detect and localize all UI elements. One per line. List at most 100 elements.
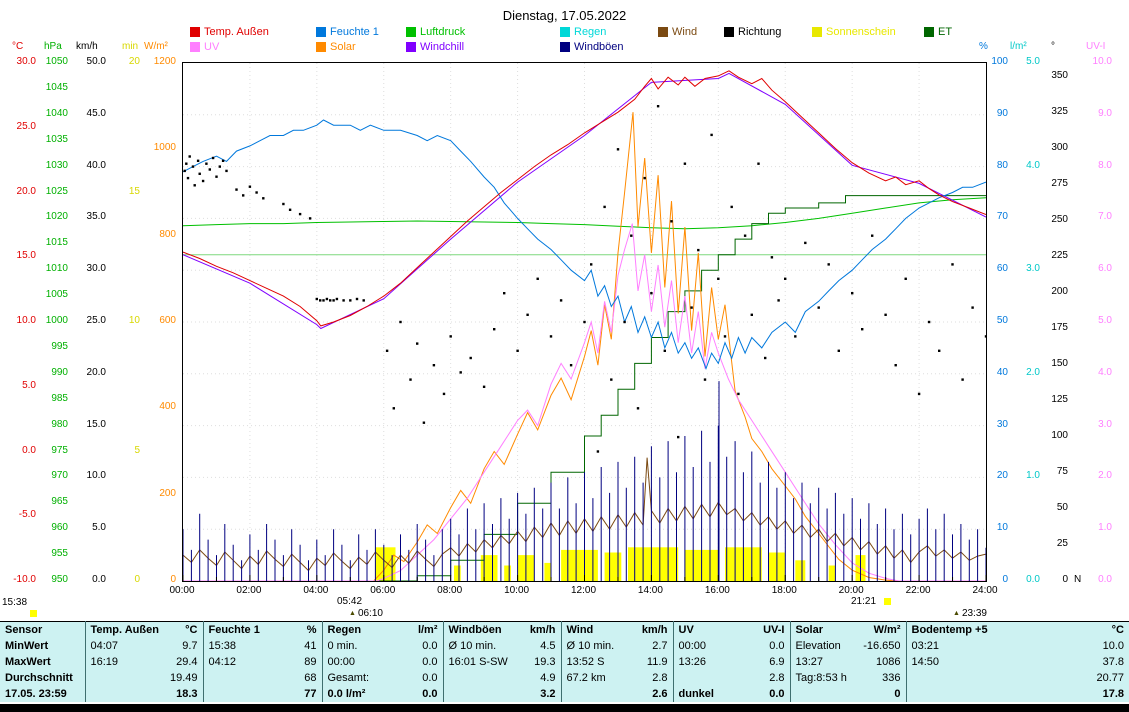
axis-tick-kmh: 35.0	[74, 212, 106, 222]
axis-tick-hpa: 1035	[40, 135, 68, 145]
footer-time-marker: 15:38	[2, 598, 27, 608]
moon-up-icon: ▲	[349, 610, 356, 617]
legend-swatch-icon	[724, 27, 734, 37]
table-cell: 16:1929.4	[85, 654, 203, 670]
axis-tick-deg: 175	[1042, 323, 1068, 333]
axis-tick-deg: 300	[1042, 143, 1068, 153]
legend-label: Regen	[574, 26, 606, 38]
axis-tick-deg: 100	[1042, 431, 1068, 441]
table-header-cell: Windkm/h	[561, 622, 673, 639]
bottom-bar	[0, 704, 1129, 712]
axis-title-lm2: l/m²	[1010, 42, 1027, 52]
legend-item: Regen	[560, 25, 650, 38]
axis-tick-kmh: 0.0	[74, 575, 106, 585]
axis-tick-hpa: 1010	[40, 264, 68, 274]
axis-tick-kmh: 30.0	[74, 264, 106, 274]
row-label: 17.05. 23:59	[0, 686, 85, 702]
legend-item: Sonnenschein	[812, 25, 916, 38]
axis-title-deg: °	[1051, 42, 1055, 52]
table-cell: 2.8	[673, 670, 790, 686]
legend-label: Temp. Außen	[204, 26, 269, 38]
legend-label: Windböen	[574, 41, 624, 53]
axis-tick-wm2: 1200	[142, 57, 176, 67]
axis-tick-kmh: 10.0	[74, 471, 106, 481]
legend-swatch-icon	[406, 42, 416, 52]
legend-item: UV	[190, 40, 308, 53]
axis-tick-hpa: 1000	[40, 316, 68, 326]
chart-plot-area	[182, 62, 987, 582]
axis-tick-temp_c: 25.0	[4, 122, 36, 132]
table-cell: 17.8	[906, 686, 1129, 702]
legend-label: Richtung	[738, 26, 781, 38]
row-label: MinWert	[0, 638, 85, 654]
table-header-cell: Feuchte 1%	[203, 622, 322, 639]
table-cell: 0.0 l/m²0.0	[322, 686, 443, 702]
axis-tick-deg: 50	[1042, 503, 1068, 513]
axis-tick-deg: 125	[1042, 395, 1068, 405]
axis-tick-uvi: 2.0	[1082, 471, 1112, 481]
legend-label: Sonnenschein	[826, 26, 896, 38]
axis-tick-deg: 275	[1042, 179, 1068, 189]
x-axis-tick: 16:00	[705, 585, 730, 596]
x-axis-tick: 06:00	[370, 585, 395, 596]
axis-tick-hpa: 1050	[40, 57, 68, 67]
axis-tick-sun_min: 0	[116, 575, 140, 585]
axis-tick-temp_c: 20.0	[4, 187, 36, 197]
x-axis-tick: 22:00	[906, 585, 931, 596]
axis-tick-deg: 150	[1042, 359, 1068, 369]
axis-tick-uvi: 4.0	[1082, 368, 1112, 378]
axis-tick-deg: 200	[1042, 287, 1068, 297]
legend-item: Solar	[316, 40, 398, 53]
sunset-time: 21:21	[851, 597, 876, 607]
table-cell: 0 min.0.0	[322, 638, 443, 654]
axis-tick-temp_c: -10.0	[4, 575, 36, 585]
axis-tick-deg: 325	[1042, 107, 1068, 117]
legend-label: Windchill	[420, 41, 464, 53]
table-cell: 0	[790, 686, 906, 702]
legend-item: Temp. Außen	[190, 25, 308, 38]
table-cell: Tag:8:53 h336	[790, 670, 906, 686]
axis-tick-pct: 40	[986, 368, 1008, 378]
axis-tick-temp_c: 0.0	[4, 446, 36, 456]
legend-label: ET	[938, 26, 952, 38]
axis-tick-lm2: 0.0	[1012, 575, 1040, 585]
axis-title-temp_c: °C	[12, 42, 23, 52]
table-header-cell: Temp. Außen°C	[85, 622, 203, 639]
table-cell: 77	[203, 686, 322, 702]
axis-tick-deg: 350	[1042, 71, 1068, 81]
legend-label: Wind	[672, 26, 697, 38]
moonrise-time: 06:10	[358, 608, 383, 619]
x-axis-tick: 24:00	[972, 585, 997, 596]
axis-tick-wm2: 600	[142, 316, 176, 326]
table-cell: Ø 10 min.2.7	[561, 638, 673, 654]
legend-item: Richtung	[724, 25, 804, 38]
axis-tick-temp_c: 5.0	[4, 381, 36, 391]
axis-title-pct: %	[979, 42, 988, 52]
x-axis-tick: 00:00	[169, 585, 194, 596]
moon-down-icon: ▲	[953, 610, 960, 617]
table-cell: 15:3841	[203, 638, 322, 654]
axis-tick-uvi: 6.0	[1082, 264, 1112, 274]
table-cell: Ø 10 min.4.5	[443, 638, 561, 654]
legend-row-2: UV Solar Windchill Windböen	[190, 40, 964, 53]
sun-marker-icon	[30, 610, 37, 617]
legend-row-1: Temp. AußenFeuchte 1LuftdruckRegenWindRi…	[190, 25, 964, 38]
table-cell: 19.49	[85, 670, 203, 686]
sunrise-time: 05:42	[337, 597, 362, 607]
axis-tick-uvi: 3.0	[1082, 420, 1112, 430]
axis-tick-hpa: 980	[40, 420, 68, 430]
axis-tick-uvi: 10.0	[1082, 57, 1112, 67]
legend-swatch-icon	[560, 42, 570, 52]
table-cell: 67.2 km2.8	[561, 670, 673, 686]
x-axis-tick: 02:00	[236, 585, 261, 596]
axis-tick-kmh: 50.0	[74, 57, 106, 67]
axis-tick-wm2: 0	[142, 575, 176, 585]
axis-tick-kmh: 20.0	[74, 368, 106, 378]
legend-item: Feuchte 1	[316, 25, 398, 38]
table-cell: 14:5037.8	[906, 654, 1129, 670]
table-row: MinWert04:079.715:38410 min.0.0Ø 10 min.…	[0, 638, 1129, 654]
axis-tick-hpa: 1040	[40, 109, 68, 119]
axis-tick-pct: 10	[986, 523, 1008, 533]
axis-tick-kmh: 25.0	[74, 316, 106, 326]
axis-tick-hpa: 955	[40, 549, 68, 559]
